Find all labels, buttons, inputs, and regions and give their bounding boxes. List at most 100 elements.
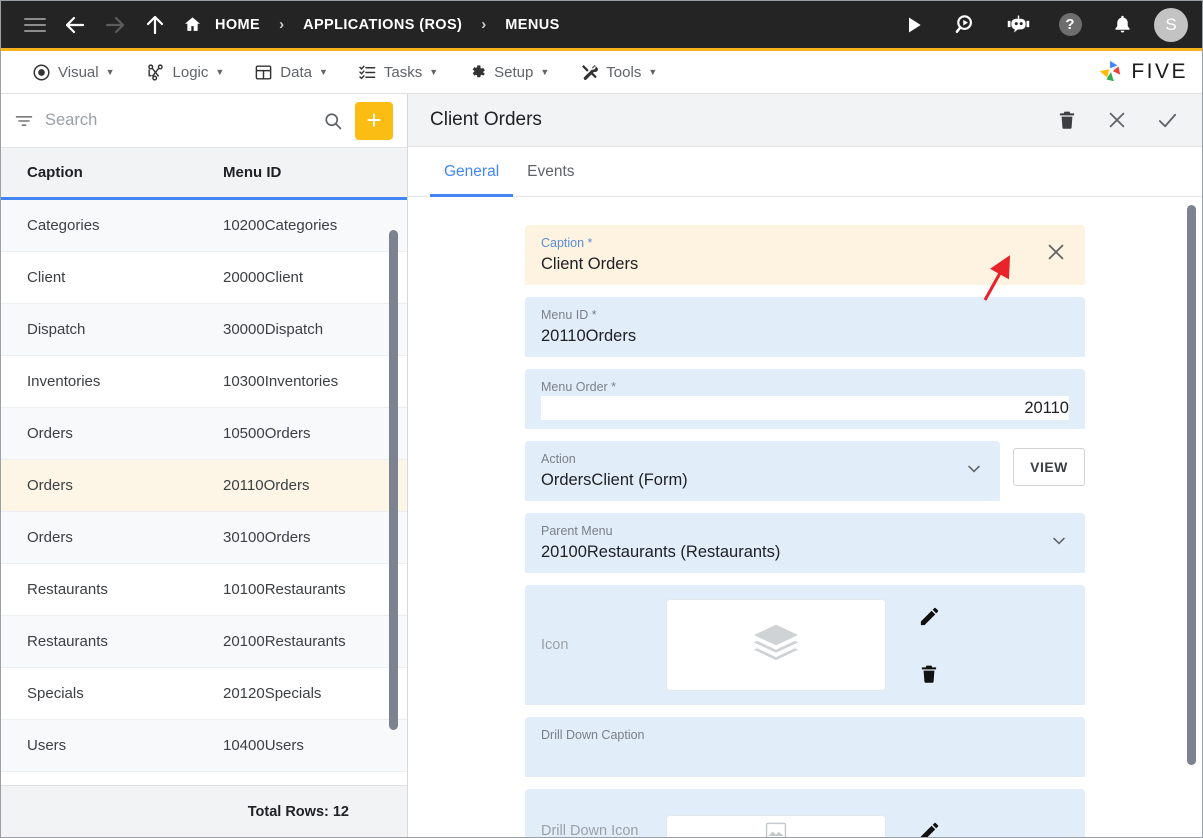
table-row[interactable]: Inventories 10300Inventories bbox=[1, 356, 407, 408]
row-cell-menu-id: 30100Orders bbox=[223, 529, 311, 546]
delete-record-icon[interactable] bbox=[1054, 107, 1080, 133]
search-icon[interactable] bbox=[317, 111, 349, 131]
save-check-icon[interactable] bbox=[1154, 107, 1180, 133]
detail-form-scrollbar-thumb[interactable] bbox=[1187, 205, 1196, 765]
notifications-bell-icon[interactable] bbox=[1102, 5, 1142, 45]
field-row-parent-menu: Parent Menu 20100Restaurants (Restaurant… bbox=[525, 513, 1085, 573]
icon-field: Icon bbox=[525, 585, 1085, 705]
breadcrumb-separator: › bbox=[481, 16, 487, 33]
menu-id-field[interactable]: Menu ID * 20110Orders bbox=[525, 297, 1085, 357]
parent-menu-field[interactable]: Parent Menu 20100Restaurants (Restaurant… bbox=[525, 513, 1085, 573]
column-header-menu-id[interactable]: Menu ID bbox=[197, 164, 389, 181]
field-row-action: Action OrdersClient (Form) VIEW bbox=[525, 441, 1085, 501]
action-field-value: OrdersClient (Form) bbox=[541, 471, 688, 489]
close-icon[interactable] bbox=[1104, 107, 1130, 133]
menu-setup[interactable]: Setup ▼ bbox=[453, 51, 564, 94]
drill-down-icon-preview-box[interactable] bbox=[666, 815, 886, 837]
action-field-label: Action bbox=[541, 452, 576, 466]
page-title: Client Orders bbox=[430, 109, 542, 130]
table-row[interactable]: Users 10400Users bbox=[1, 720, 407, 772]
action-field[interactable]: Action OrdersClient (Form) bbox=[525, 441, 1000, 501]
application-menu-bar: Visual ▼ Logic ▼ Data ▼ Tasks ▼ Setup ▼ … bbox=[1, 51, 1202, 94]
menu-tools[interactable]: Tools ▼ bbox=[564, 51, 672, 94]
table-row[interactable]: Categories 10200Categories bbox=[1, 200, 407, 252]
table-row[interactable]: Dispatch 30000Dispatch bbox=[1, 304, 407, 356]
row-cell-caption: Specials bbox=[27, 685, 84, 702]
chatbot-icon[interactable] bbox=[998, 5, 1038, 45]
table-row[interactable]: Restaurants 20100Restaurants bbox=[1, 616, 407, 668]
chevron-down-icon[interactable] bbox=[964, 459, 984, 484]
back-arrow-icon[interactable] bbox=[55, 5, 95, 45]
caption-clear-button[interactable] bbox=[1045, 241, 1067, 268]
table-row[interactable]: Restaurants 10100Restaurants bbox=[1, 564, 407, 616]
table-row[interactable]: Client 20000Client bbox=[1, 252, 407, 304]
breadcrumb-item-applications[interactable]: APPLICATIONS (ROS) bbox=[299, 17, 466, 33]
icon-field-actions bbox=[890, 599, 968, 691]
drill-down-caption-field[interactable]: Drill Down Caption bbox=[525, 717, 1085, 777]
list-scrollbar-thumb[interactable] bbox=[389, 230, 398, 730]
field-row-drill-down-caption: Drill Down Caption bbox=[525, 717, 1085, 777]
help-icon[interactable]: ? bbox=[1050, 5, 1090, 45]
five-logo: FIVE bbox=[1097, 59, 1188, 85]
row-cell-menu-id: 10200Categories bbox=[223, 217, 338, 234]
image-placeholder-icon bbox=[765, 822, 787, 837]
user-avatar[interactable]: S bbox=[1154, 7, 1188, 42]
breadcrumb-item-menus[interactable]: MENUS bbox=[501, 17, 563, 33]
top-bar-actions: ? S bbox=[894, 5, 1188, 45]
menu-logic[interactable]: Logic ▼ bbox=[130, 51, 240, 94]
icon-edit-pencil-icon[interactable] bbox=[912, 599, 946, 633]
tab-events[interactable]: Events bbox=[513, 147, 588, 197]
layers-stack-icon bbox=[753, 624, 799, 661]
add-record-button[interactable]: + bbox=[355, 101, 393, 140]
table-row[interactable]: Specials 20120Specials bbox=[1, 668, 407, 720]
hamburger-menu-icon[interactable] bbox=[15, 5, 55, 45]
menu-visual[interactable]: Visual ▼ bbox=[17, 51, 130, 94]
chevron-down-icon[interactable] bbox=[1049, 531, 1069, 556]
table-grid-icon bbox=[255, 64, 272, 80]
records-list[interactable]: Categories 10200Categories Client 20000Clie… bbox=[1, 200, 407, 785]
icon-delete-trash-icon[interactable] bbox=[912, 657, 946, 691]
row-cell-caption: Client bbox=[27, 269, 66, 286]
menu-order-field[interactable]: Menu Order * 20110 bbox=[525, 369, 1085, 429]
filter-icon[interactable] bbox=[9, 111, 39, 131]
caption-field[interactable]: Caption * Client Orders bbox=[525, 225, 1085, 285]
field-row-icon: Icon bbox=[525, 585, 1085, 705]
chevron-down-icon: ▼ bbox=[215, 67, 225, 77]
table-row[interactable]: Orders 10500Orders bbox=[1, 408, 407, 460]
field-row-drill-down-icon: Drill Down Icon bbox=[525, 789, 1085, 837]
row-cell-menu-id: 10100Restaurants bbox=[223, 581, 346, 598]
field-row-menu-order: Menu Order * 20110 bbox=[525, 369, 1085, 429]
chevron-down-icon: ▼ bbox=[429, 67, 439, 77]
home-icon bbox=[183, 15, 202, 34]
row-cell-menu-id: 10300Inventories bbox=[223, 373, 339, 390]
parent-menu-field-label: Parent Menu bbox=[541, 524, 613, 538]
view-button[interactable]: VIEW bbox=[1013, 448, 1085, 486]
up-arrow-icon[interactable] bbox=[135, 5, 175, 45]
task-list-icon bbox=[359, 65, 376, 80]
detail-tabs: General Events bbox=[408, 147, 1202, 197]
search-input[interactable] bbox=[45, 111, 311, 130]
caption-field-label: Caption * bbox=[541, 236, 593, 250]
menu-data[interactable]: Data ▼ bbox=[239, 51, 343, 94]
drill-down-icon-field: Drill Down Icon bbox=[525, 789, 1085, 837]
parent-menu-field-value: 20100Restaurants (Restaurants) bbox=[541, 543, 781, 561]
menu-tasks[interactable]: Tasks ▼ bbox=[343, 51, 453, 94]
table-row[interactable]: Orders 20110Orders bbox=[1, 460, 407, 512]
run-icon[interactable] bbox=[894, 5, 934, 45]
icon-preview-box[interactable] bbox=[666, 599, 886, 691]
caption-field-value: Client Orders bbox=[541, 255, 639, 273]
drill-down-icon-edit-pencil-icon[interactable] bbox=[912, 814, 946, 837]
search-run-icon[interactable] bbox=[946, 5, 986, 45]
detail-header-actions bbox=[1054, 107, 1180, 133]
row-cell-menu-id: 20100Restaurants bbox=[223, 633, 346, 650]
breadcrumb-item-home[interactable]: HOME bbox=[211, 17, 264, 33]
table-row[interactable]: Orders 30100Orders bbox=[1, 512, 407, 564]
forward-arrow-icon[interactable] bbox=[95, 5, 135, 45]
chevron-down-icon: ▼ bbox=[105, 67, 115, 77]
row-cell-caption: Inventories bbox=[27, 373, 101, 390]
icon-field-label: Icon bbox=[541, 637, 569, 653]
list-column-headers: Caption Menu ID bbox=[1, 148, 407, 200]
tab-general[interactable]: General bbox=[430, 147, 514, 197]
column-header-caption[interactable]: Caption bbox=[1, 164, 197, 181]
menu-id-field-value: 20110Orders bbox=[541, 327, 637, 345]
